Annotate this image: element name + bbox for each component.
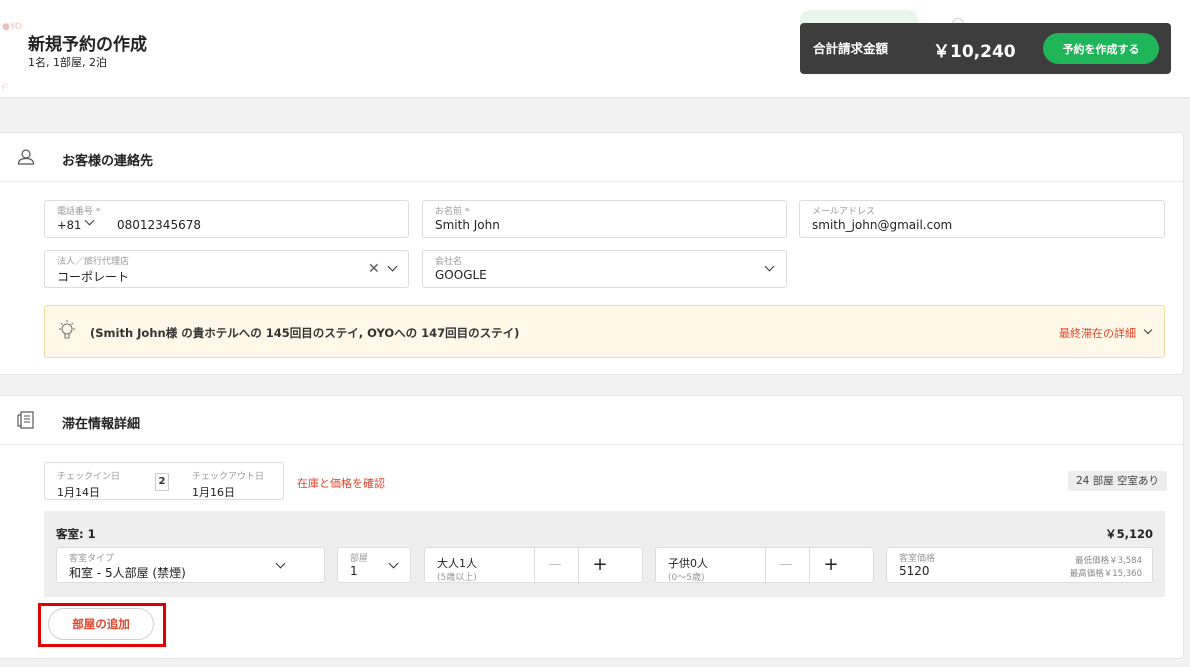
create-booking-button[interactable]: 予約を作成する <box>1043 33 1159 64</box>
max-price: 最高価格￥15,360 <box>1069 569 1142 579</box>
name-value: Smith John <box>435 218 500 232</box>
name-label: お名前 * <box>435 207 470 217</box>
name-field[interactable]: お名前 * Smith John <box>422 200 787 238</box>
phone-value: 08012345678 <box>117 218 201 232</box>
document-icon <box>17 411 34 429</box>
stay-history-banner: (Smith John様 の貴ホテルへの 145回目のステイ, OYOへの 14… <box>44 305 1165 358</box>
page-subtitle: 1名, 1部屋, 2泊 <box>28 56 107 69</box>
children-plus-button[interactable]: + <box>813 548 849 584</box>
stay-section-title: 滞在情報詳細 <box>62 417 141 432</box>
stay-history-text: (Smith John様 の貴ホテルへの 145回目のステイ, OYOへの 14… <box>90 326 520 340</box>
chevron-down-icon[interactable] <box>388 558 399 569</box>
user-icon <box>17 149 35 165</box>
room-rate-field[interactable]: 客室価格 5120 最低価格￥3,584 最高価格￥15,360 <box>886 547 1153 583</box>
top-bar: ●YO ド 新規予約の作成 1名, 1部屋, 2泊 合計請求金額 ￥10,240… <box>0 0 1190 98</box>
rooms-select[interactable]: 部屋 1 <box>337 547 411 583</box>
agency-select[interactable]: 法人／旅行代理店 コーポレート ✕ <box>44 250 409 288</box>
contact-section-title: お客様の連絡先 <box>62 154 154 169</box>
room-type-label: 客室タイプ <box>69 554 115 564</box>
divider <box>534 548 535 584</box>
children-minus-button[interactable]: — <box>768 548 804 584</box>
chevron-down-icon[interactable] <box>84 215 95 226</box>
chevron-down-icon[interactable] <box>764 261 775 272</box>
company-value: GOOGLE <box>435 268 487 282</box>
room-panel: 客室: 1 ￥5,120 客室タイプ 和室 - 5人部屋 (禁煙) 部屋 1 大… <box>44 511 1165 597</box>
lightbulb-icon <box>59 320 75 339</box>
email-field[interactable]: メールアドレス smith_john@gmail.com <box>799 200 1165 238</box>
company-label: 会社名 <box>435 257 463 267</box>
min-price: 最低価格￥3,584 <box>1075 556 1142 566</box>
children-label: 子供0人 <box>668 557 708 570</box>
nights-count: 2 <box>155 473 169 491</box>
page-title: 新規予約の作成 <box>28 35 147 55</box>
checkin-value: 1月14日 <box>57 486 100 499</box>
divider <box>578 548 579 584</box>
stay-details-card: 滞在情報詳細 チェックイン日 1月14日 2 チェックアウト日 1月16日 在庫… <box>0 395 1184 659</box>
room-price: ￥5,120 <box>1105 527 1153 541</box>
faded-logo: ●YO <box>2 22 22 32</box>
divider <box>765 548 766 584</box>
chevron-down-icon[interactable] <box>387 261 398 272</box>
room-type-select[interactable]: 客室タイプ 和室 - 5人部屋 (禁煙) <box>56 547 325 583</box>
children-stepper[interactable]: 子供0人 (0〜5歳) — + <box>655 547 874 584</box>
checkout-label: チェックアウト日 <box>192 472 265 482</box>
adults-plus-button[interactable]: + <box>582 548 618 584</box>
children-sub: (0〜5歳) <box>668 573 705 583</box>
email-label: メールアドレス <box>812 207 876 217</box>
checkout-value: 1月16日 <box>192 486 235 499</box>
total-summary-panel: 合計請求金額 ￥10,240 予約を作成する <box>800 23 1171 74</box>
clear-icon[interactable]: ✕ <box>368 262 380 276</box>
phone-field[interactable]: 電話番号 * +81 08012345678 <box>44 200 409 238</box>
faded-text: ド <box>0 83 10 93</box>
room-rate-value: 5120 <box>899 564 930 578</box>
divider <box>809 548 810 584</box>
chevron-down-icon[interactable] <box>275 558 286 569</box>
room-type-value: 和室 - 5人部屋 (禁煙) <box>69 566 186 580</box>
rooms-label: 部屋 <box>350 554 369 564</box>
date-range-picker[interactable]: チェックイン日 1月14日 2 チェックアウト日 1月16日 <box>44 462 284 500</box>
email-value: smith_john@gmail.com <box>812 218 953 232</box>
agency-value: コーポレート <box>57 270 130 284</box>
rooms-value: 1 <box>350 564 358 578</box>
last-stay-details-link[interactable]: 最終滞在の詳細 <box>1059 325 1136 341</box>
room-rate-label: 客室価格 <box>899 554 936 564</box>
highlight-annotation <box>38 603 166 647</box>
company-select[interactable]: 会社名 GOOGLE <box>422 250 787 288</box>
availability-badge: 24 部屋 空室あり <box>1068 471 1168 491</box>
check-inventory-link[interactable]: 在庫と価格を確認 <box>297 475 385 491</box>
contact-card-header: お客様の連絡先 <box>0 133 1183 182</box>
checkin-label: チェックイン日 <box>57 472 121 482</box>
agency-label: 法人／旅行代理店 <box>57 257 130 267</box>
country-code[interactable]: +81 <box>57 218 81 232</box>
adults-sub: (5歳以上) <box>437 573 477 583</box>
total-label: 合計請求金額 <box>813 41 889 56</box>
adults-label: 大人1人 <box>437 557 477 570</box>
room-title: 客室: 1 <box>56 527 96 541</box>
stay-card-header: 滞在情報詳細 <box>0 396 1183 445</box>
contact-card: お客様の連絡先 電話番号 * +81 08012345678 お名前 * Smi… <box>0 132 1184 375</box>
total-amount: ￥10,240 <box>933 42 1016 62</box>
adults-minus-button[interactable]: — <box>537 548 573 584</box>
phone-label: 電話番号 * <box>57 207 101 217</box>
chevron-down-icon[interactable] <box>1143 325 1153 335</box>
adults-stepper[interactable]: 大人1人 (5歳以上) — + <box>424 547 643 584</box>
